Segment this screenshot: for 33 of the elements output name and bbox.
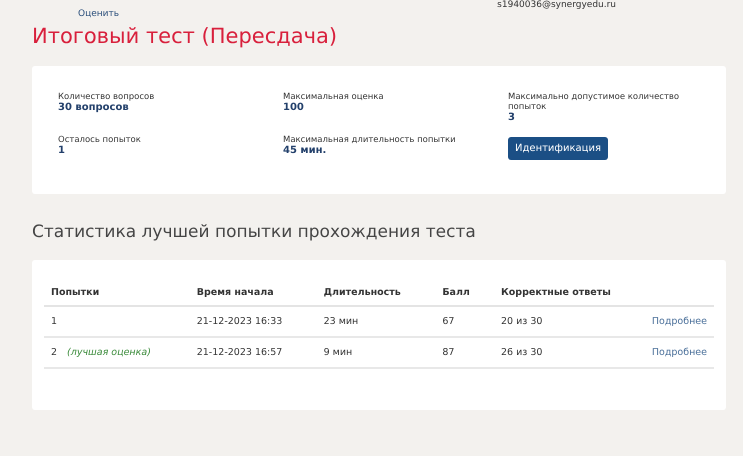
- details-link[interactable]: Подробнее: [652, 316, 707, 327]
- column-header: Корректные ответы: [494, 280, 645, 306]
- table-cell: 21-12-2023 16:33: [190, 306, 317, 337]
- identification-button[interactable]: Идентификация: [508, 137, 608, 160]
- table-cell: 87: [435, 337, 494, 368]
- column-header: Попытки: [44, 280, 190, 306]
- info-label: Максимальная длительность попытки: [283, 135, 457, 145]
- table-cell: 9 мин: [316, 337, 436, 368]
- attempt-number: 2: [51, 347, 58, 358]
- column-header: Балл: [435, 280, 494, 306]
- user-email: s1940036@synergyedu.ru: [497, 0, 616, 12]
- info-value: 100: [283, 102, 305, 113]
- info-value: 1: [58, 145, 66, 156]
- section-title: Статистика лучшей попытки прохождения теста: [32, 222, 477, 242]
- info-value: 45 мин.: [283, 145, 328, 156]
- rate-link[interactable]: Оценить: [78, 9, 120, 22]
- table-cell: 20 из 30: [494, 306, 645, 337]
- page-title: Итоговый тест (Пересдача): [32, 24, 338, 48]
- table-cell: 67: [435, 306, 494, 337]
- info-value: 3: [508, 112, 516, 123]
- table-cell: 21-12-2023 16:57: [190, 337, 317, 368]
- info-label: Максимально допустимое количество попыток: [508, 92, 680, 112]
- attempt-number: 1: [51, 316, 58, 327]
- column-header: Время начала: [190, 280, 317, 306]
- info-value: 30 вопросов: [58, 102, 130, 113]
- info-label: Осталось попыток: [58, 135, 142, 145]
- best-score-note: (лучшая оценка): [67, 347, 151, 358]
- column-header: Длительность: [316, 280, 436, 306]
- details-link[interactable]: Подробнее: [652, 347, 707, 358]
- info-label: Количество вопросов: [58, 92, 156, 102]
- table-cell: 26 из 30: [494, 337, 645, 368]
- info-label: Максимальная оценка: [283, 92, 385, 102]
- table-cell: 23 мин: [316, 306, 436, 337]
